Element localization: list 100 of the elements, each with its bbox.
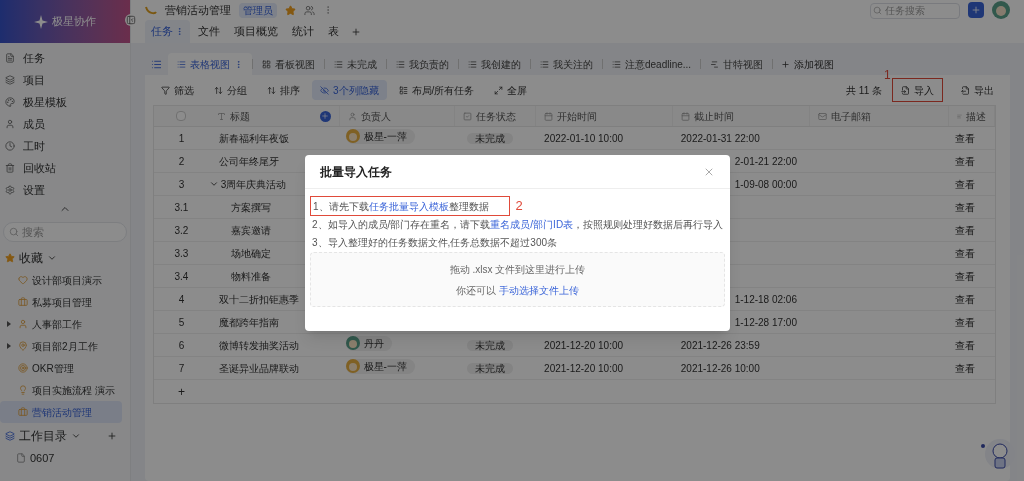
- star-icon: [5, 253, 15, 263]
- task-title[interactable]: 微博转发抽奖活动: [218, 337, 299, 353]
- view-tab[interactable]: 我负责的: [387, 53, 458, 75]
- nav-item[interactable]: 回收站: [0, 157, 130, 179]
- view-link[interactable]: 查看: [955, 339, 976, 351]
- nav-item[interactable]: 任务: [0, 47, 130, 69]
- task-title[interactable]: 3周年庆典活动: [220, 176, 287, 192]
- project-tab[interactable]: 任务: [145, 20, 190, 43]
- task-title[interactable]: 双十二折扣钜惠季: [218, 291, 299, 307]
- members-icon[interactable]: [304, 4, 315, 16]
- view-link[interactable]: 查看: [955, 293, 976, 305]
- toolbar-button[interactable]: 筛选: [153, 80, 202, 100]
- view-link[interactable]: 查看: [955, 270, 976, 282]
- task-title[interactable]: 场地确定: [230, 245, 271, 261]
- more-icon[interactable]: [175, 27, 184, 36]
- task-title[interactable]: 物料准备: [230, 268, 271, 284]
- trash-icon: [5, 163, 15, 173]
- favorite-item[interactable]: OKR管理: [0, 357, 122, 379]
- download-link[interactable]: 任务批量导入模板: [368, 198, 449, 214]
- view-link[interactable]: 查看: [955, 155, 976, 167]
- nav-item[interactable]: 项目: [0, 69, 130, 91]
- briefcase-icon: [18, 407, 28, 417]
- column-header[interactable]: 任务状态: [455, 106, 537, 126]
- table-cell: 2022-01-31 22:00: [680, 132, 760, 144]
- star-icon[interactable]: [285, 4, 296, 16]
- choose-file-link[interactable]: 手动选择文件上传: [498, 284, 579, 296]
- view-link[interactable]: 查看: [955, 178, 976, 190]
- avatar-icon: [345, 359, 360, 374]
- view-tab[interactable]: 注意deadline...: [603, 53, 701, 75]
- export-button[interactable]: 导出: [953, 78, 1002, 102]
- task-title[interactable]: 嘉宾邀请: [230, 222, 271, 238]
- view-link[interactable]: 查看: [955, 224, 976, 236]
- column-header[interactable]: 描述: [949, 106, 995, 126]
- add-button[interactable]: [968, 2, 984, 18]
- instruction-text: 1、请先下载任务批量导入模板整理数据: [310, 196, 510, 216]
- item-count: 共 11 条: [846, 83, 882, 98]
- more-icon[interactable]: [234, 59, 243, 69]
- favorite-item[interactable]: 营销活动管理: [0, 401, 122, 423]
- view-tab[interactable]: 看板视图: [253, 53, 324, 75]
- column-header[interactable]: 开始时间: [536, 106, 673, 126]
- caret-icon[interactable]: [7, 321, 11, 327]
- project-tab[interactable]: 统计: [286, 20, 320, 43]
- view-tab[interactable]: 我关注的: [531, 53, 602, 75]
- toolbar-button[interactable]: 分组: [206, 80, 255, 100]
- add-tab-icon[interactable]: [351, 27, 361, 37]
- task-title[interactable]: 圣诞异业品牌联动: [218, 360, 299, 376]
- add-row-button[interactable]: +: [154, 382, 209, 401]
- column-header[interactable]: 电子邮箱: [810, 106, 950, 126]
- directory-item[interactable]: 0607: [0, 447, 130, 469]
- view-tab[interactable]: 表格视图: [168, 53, 252, 75]
- view-link[interactable]: 查看: [955, 201, 976, 213]
- person-icon: [5, 119, 15, 129]
- select-all-checkbox[interactable]: [176, 111, 187, 121]
- caret-icon[interactable]: [7, 343, 11, 349]
- chevron-icon[interactable]: [71, 431, 81, 441]
- column-header[interactable]: 截止时间: [672, 106, 811, 126]
- favorite-item[interactable]: 设计部项目演示: [0, 269, 122, 291]
- menu-icon[interactable]: [151, 58, 162, 70]
- favorite-item[interactable]: 项目实施流程 演示: [0, 379, 122, 401]
- assignee-chip[interactable]: 极星-一萍: [345, 128, 415, 144]
- nav-item[interactable]: 成员: [0, 113, 130, 135]
- view-link[interactable]: 查看: [955, 316, 976, 328]
- nav-item[interactable]: 极星模板: [0, 91, 130, 113]
- task-title[interactable]: 新春福利年夜饭: [218, 130, 289, 146]
- chevron-icon[interactable]: [208, 179, 219, 189]
- task-title[interactable]: 魔都跨年指南: [218, 314, 279, 330]
- view-link[interactable]: 查看: [955, 362, 976, 374]
- view-tab[interactable]: 未完成: [325, 53, 386, 75]
- table-cell: 2021-12-20 10:00: [544, 362, 624, 374]
- download-link[interactable]: 重名成员/部门ID表: [490, 218, 574, 230]
- nav-item[interactable]: 设置: [0, 179, 130, 201]
- view-link[interactable]: 查看: [955, 247, 976, 259]
- add-view-button[interactable]: 添加视图: [773, 56, 843, 72]
- assignee-chip[interactable]: 极星-一萍: [345, 358, 415, 374]
- task-title[interactable]: 公司年终尾牙: [218, 153, 279, 169]
- toolbar-button[interactable]: 排序: [259, 80, 308, 100]
- task-title[interactable]: 方案撰写: [230, 199, 271, 215]
- project-tab[interactable]: 项目概览: [228, 20, 284, 43]
- add-icon[interactable]: [107, 431, 117, 441]
- favorite-item[interactable]: 私募项目管理: [0, 291, 122, 313]
- assignee-chip[interactable]: 丹丹: [345, 335, 392, 351]
- column-header[interactable]: 标题: [208, 106, 340, 126]
- column-header[interactable]: 负责人: [339, 106, 456, 126]
- avatar-icon[interactable]: [992, 1, 1010, 19]
- project-tab[interactable]: 文件: [192, 20, 226, 43]
- project-tab[interactable]: 表: [322, 20, 345, 43]
- chevron-icon[interactable]: [47, 253, 57, 263]
- toolbar-button[interactable]: 布局/所有任务: [390, 80, 483, 100]
- toolbar-button[interactable]: 3个列隐藏: [312, 80, 387, 100]
- view-tab[interactable]: 我创建的: [459, 53, 530, 75]
- upload-dropzone[interactable]: 拖动 .xlsx 文件到这里进行上传 你还可以 手动选择文件上传: [310, 252, 725, 307]
- toolbar-button[interactable]: 全屏: [486, 80, 536, 100]
- nav-item[interactable]: 工时: [0, 135, 130, 157]
- import-button[interactable]: 导入: [892, 78, 943, 102]
- add-column-icon[interactable]: [319, 110, 331, 122]
- view-link[interactable]: 查看: [955, 132, 976, 144]
- favorite-item[interactable]: 项目部2月工作: [0, 335, 122, 357]
- list-icon: [177, 59, 186, 69]
- view-tab[interactable]: 甘特视图: [701, 53, 773, 75]
- favorite-item[interactable]: 人事部工作: [0, 313, 122, 335]
